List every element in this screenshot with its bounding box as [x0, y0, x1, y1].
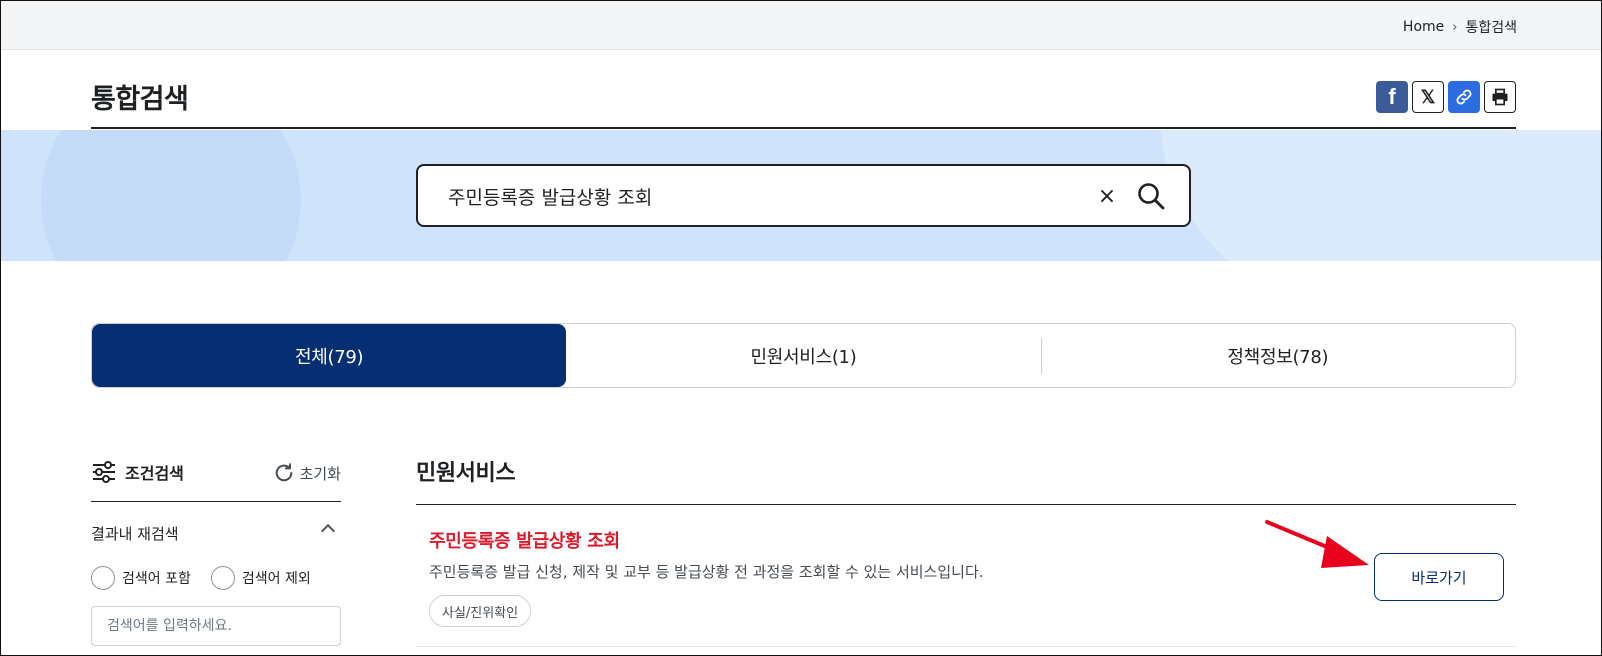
breadcrumb-home[interactable]: Home [1403, 19, 1444, 35]
filter-title-label: 조건검색 [125, 464, 184, 483]
close-icon: × [1097, 183, 1117, 209]
chevron-right-icon: › [1452, 19, 1458, 35]
chevron-up-icon [320, 523, 336, 539]
result-tag: 사실/진위확인 [429, 595, 532, 627]
refine-options: 검색어 포함 검색어 제외 [91, 558, 341, 598]
print-icon [1492, 88, 1508, 106]
annotation-arrow-icon [1265, 520, 1369, 568]
reset-label: 초기화 [299, 464, 341, 483]
radio-include-label: 검색어 포함 [122, 571, 191, 587]
go-button[interactable]: 바로가기 [1374, 553, 1504, 601]
search-box: × [416, 164, 1191, 227]
result-tabs: 전체(79) 민원서비스(1) 정책정보(78) [91, 323, 1516, 388]
refine-search-input[interactable] [91, 606, 341, 646]
refresh-icon [275, 463, 292, 482]
facebook-icon: f [1388, 84, 1396, 109]
x-share-button[interactable]: 𝕏 [1412, 81, 1444, 113]
filter-panel: 조건검색 초기화 결과내 재검색 검색어 포함 검색어 제외 [91, 454, 341, 646]
breadcrumb-current: 통합검색 [1465, 20, 1517, 36]
page: Home › 통합검색 통합검색 f 𝕏 주민등록증 발급상황 조회 × 전체(… [0, 0, 1602, 656]
x-icon: 𝕏 [1420, 86, 1436, 107]
refine-section-toggle[interactable]: 결과내 재검색 [91, 502, 341, 554]
radio-exclude-label: 검색어 제외 [241, 571, 311, 587]
search-icon [1138, 183, 1165, 210]
copy-link-button[interactable] [1448, 81, 1480, 113]
hero-decoration [41, 130, 301, 261]
tab-policy-info[interactable]: 정책정보(78) [1040, 324, 1515, 387]
title-row: 통합검색 f 𝕏 [91, 51, 1516, 129]
radio-circle [210, 566, 235, 590]
search-input[interactable] [448, 181, 1048, 211]
tab-civil-service[interactable]: 민원서비스(1) [566, 324, 1040, 387]
print-button[interactable] [1484, 81, 1516, 113]
filter-header: 조건검색 초기화 [91, 454, 341, 502]
utility-bar: Home › 통합검색 [1, 1, 1601, 50]
hero-decoration [1161, 130, 1601, 261]
breadcrumb: Home › 통합검색 [1403, 17, 1517, 37]
share-toolbar: f 𝕏 [1376, 81, 1516, 113]
facebook-share-button[interactable]: f [1376, 81, 1408, 113]
link-icon [1456, 89, 1472, 105]
radio-circle [91, 566, 115, 590]
page-title: 통합검색 [91, 84, 189, 115]
result-title[interactable]: 주민등록증 발급상황 조회 [429, 527, 620, 553]
radio-include[interactable]: 검색어 포함 [91, 566, 191, 590]
result-description: 주민등록증 발급 신청, 제작 및 교부 등 발급상황 전 과정을 조회할 수 … [429, 563, 984, 581]
sliders-icon [93, 461, 115, 483]
search-button[interactable] [1134, 179, 1168, 213]
radio-exclude[interactable]: 검색어 제외 [210, 566, 311, 590]
filter-title: 조건검색 [91, 460, 184, 484]
tab-all[interactable]: 전체(79) [92, 324, 567, 387]
reset-button[interactable]: 초기화 [273, 462, 341, 484]
clear-search-button[interactable]: × [1093, 181, 1121, 211]
search-hero: × [1, 130, 1601, 261]
refine-label: 결과내 재검색 [91, 525, 179, 543]
section-title: 민원서비스 [416, 451, 1516, 505]
